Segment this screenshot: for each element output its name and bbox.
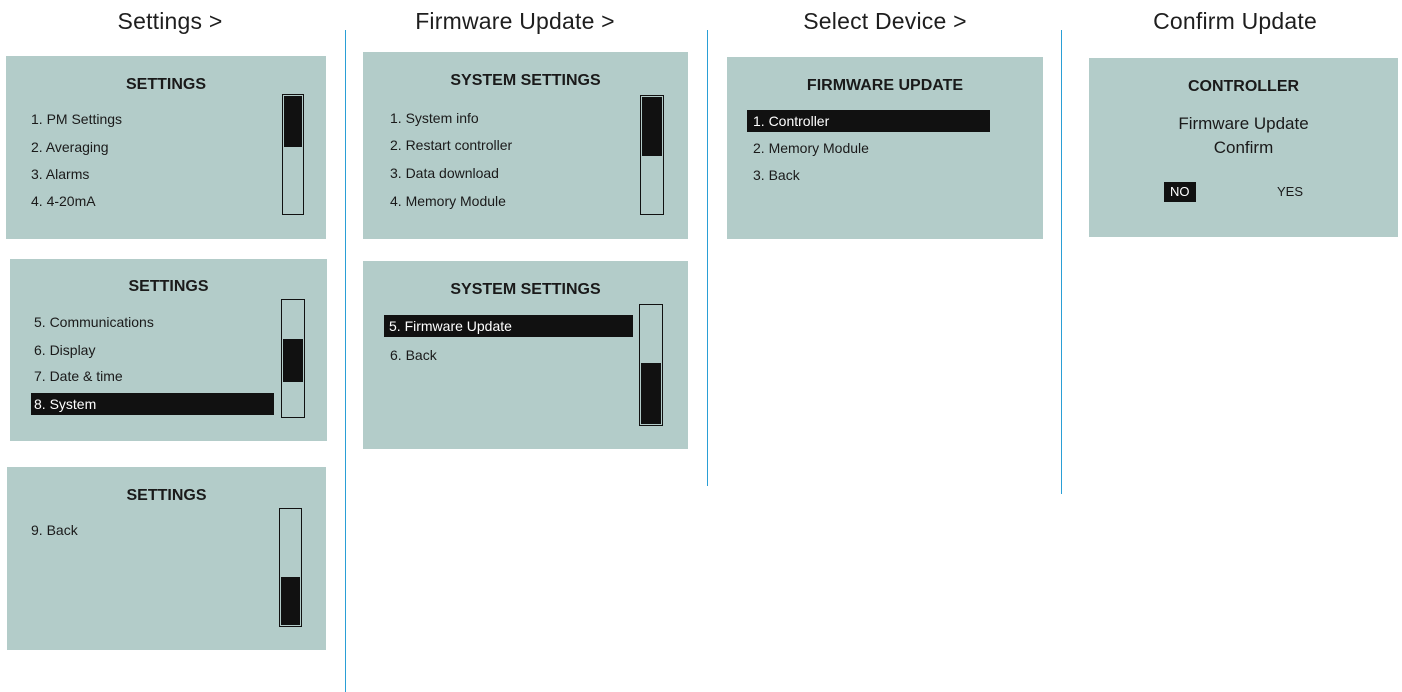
column-divider-1 xyxy=(345,30,346,692)
scrollbar[interactable] xyxy=(282,94,304,215)
screen-title: SETTINGS xyxy=(128,278,209,295)
screen-title: FIRMWARE UPDATE xyxy=(806,77,964,94)
menu-item-4-20ma[interactable]: 4. 4-20mA xyxy=(31,190,96,212)
column-title-settings: Settings > xyxy=(117,8,223,34)
scrollbar-thumb[interactable] xyxy=(284,96,302,147)
column-title-select-device: Select Device > xyxy=(803,8,967,34)
system-settings-screen-page-1: SYSTEM SETTINGS 1. System info 2. Restar… xyxy=(363,52,688,239)
menu-item-date-time[interactable]: 7. Date & time xyxy=(34,365,123,387)
firmware-update-screen: FIRMWARE UPDATE 1. Controller 2. Memory … xyxy=(727,57,1043,239)
screen-title: SYSTEM SETTINGS xyxy=(450,281,601,298)
confirm-message-line-2: Confirm xyxy=(1213,138,1274,157)
column-divider-3 xyxy=(1061,30,1062,494)
menu-item-pm-settings[interactable]: 1. PM Settings xyxy=(31,108,122,130)
settings-screen-page-2: SETTINGS 5. Communications 6. Display 7.… xyxy=(10,259,327,441)
menu-item-data-download[interactable]: 3. Data download xyxy=(390,162,499,184)
scrollbar-thumb[interactable] xyxy=(642,97,662,156)
menu-item-system[interactable]: 8. System xyxy=(31,393,274,415)
confirm-message-line-1: Firmware Update xyxy=(1178,114,1309,133)
menu-item-firmware-update[interactable]: 5. Firmware Update xyxy=(384,315,633,337)
settings-screen-page-3: SETTINGS 9. Back xyxy=(7,467,326,650)
scrollbar-thumb[interactable] xyxy=(281,577,300,625)
scrollbar-thumb[interactable] xyxy=(641,363,661,424)
scrollbar[interactable] xyxy=(279,508,302,627)
menu-item-back[interactable]: 6. Back xyxy=(390,344,437,366)
menu-item-alarms[interactable]: 3. Alarms xyxy=(31,163,89,185)
column-divider-2 xyxy=(707,30,708,486)
menu-item-display[interactable]: 6. Display xyxy=(34,339,95,361)
column-title-firmware-update: Firmware Update > xyxy=(415,8,615,34)
menu-item-averaging[interactable]: 2. Averaging xyxy=(31,136,109,158)
scrollbar[interactable] xyxy=(640,95,664,215)
scrollbar[interactable] xyxy=(281,299,305,418)
menu-item-back[interactable]: 3. Back xyxy=(753,164,800,186)
menu-item-communications[interactable]: 5. Communications xyxy=(34,311,154,333)
no-button[interactable]: NO xyxy=(1164,182,1196,202)
screen-title: CONTROLLER xyxy=(1187,78,1300,95)
screen-title: SETTINGS xyxy=(125,76,206,93)
scrollbar-thumb[interactable] xyxy=(283,339,303,382)
screen-title: SYSTEM SETTINGS xyxy=(450,72,601,89)
menu-item-memory-module[interactable]: 2. Memory Module xyxy=(753,137,869,159)
menu-item-controller[interactable]: 1. Controller xyxy=(747,110,990,132)
menu-item-memory-module[interactable]: 4. Memory Module xyxy=(390,190,506,212)
menu-item-system-info[interactable]: 1. System info xyxy=(390,107,479,129)
yes-button[interactable]: YES xyxy=(1271,182,1309,202)
scrollbar[interactable] xyxy=(639,304,663,426)
menu-item-restart-controller[interactable]: 2. Restart controller xyxy=(390,134,512,156)
system-settings-screen-page-2: SYSTEM SETTINGS 5. Firmware Update 6. Ba… xyxy=(363,261,688,449)
menu-item-back[interactable]: 9. Back xyxy=(31,519,78,541)
settings-screen-page-1: SETTINGS 1. PM Settings 2. Averaging 3. … xyxy=(6,56,326,239)
column-title-confirm-update: Confirm Update xyxy=(1153,8,1317,34)
screen-title: SETTINGS xyxy=(126,487,207,504)
controller-confirm-screen: CONTROLLER Firmware Update Confirm NO YE… xyxy=(1089,58,1398,237)
